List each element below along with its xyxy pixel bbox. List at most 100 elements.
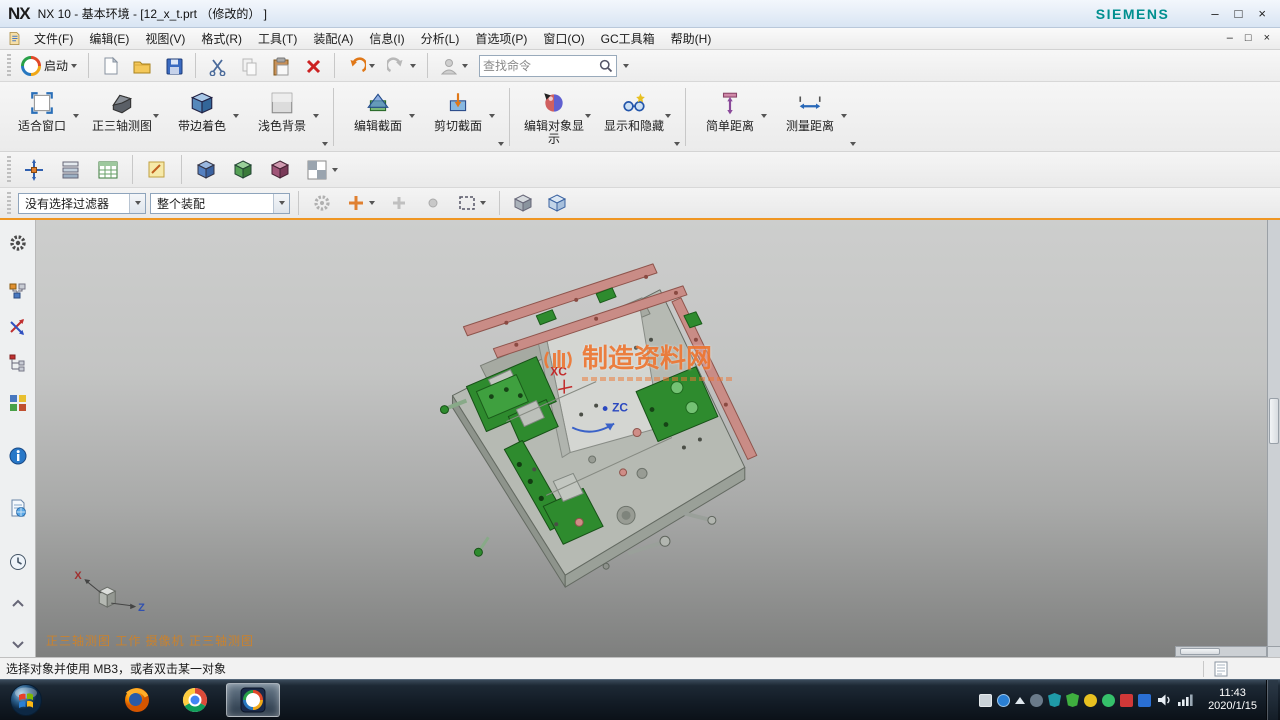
show-desktop-button[interactable]	[1266, 680, 1278, 720]
messenger-icon[interactable]	[1138, 694, 1151, 707]
menu-view[interactable]: 视图(V)	[138, 28, 192, 49]
component-display-green-button[interactable]	[226, 155, 260, 185]
taskbar-app-firefox[interactable]	[110, 683, 164, 717]
toolbar-options-icon[interactable]	[674, 142, 680, 146]
menu-analysis[interactable]: 分析(L)	[414, 28, 467, 49]
rectangle-select-button[interactable]	[452, 190, 491, 216]
undo-button[interactable]	[341, 53, 380, 79]
health-icon[interactable]	[1102, 694, 1115, 707]
assembly-navigator-button[interactable]	[4, 278, 32, 304]
restore-button[interactable]: □	[1235, 7, 1243, 20]
network-icon[interactable]	[1177, 692, 1193, 708]
component-display-maroon-button[interactable]	[263, 155, 297, 185]
roles-gear-button[interactable]	[4, 230, 32, 256]
minimize-button[interactable]: –	[1211, 7, 1218, 20]
start-menu-button[interactable]: 启动	[16, 53, 82, 79]
selection-filter-combo[interactable]: 没有选择过滤器	[18, 193, 146, 214]
edit-object-display-button[interactable]: 编辑对象显示	[514, 83, 594, 150]
mdi-close-button[interactable]: ×	[1264, 33, 1270, 44]
save-button[interactable]	[159, 53, 189, 79]
menu-information[interactable]: 信息(I)	[362, 28, 411, 49]
sidebar-collapse-down-button[interactable]	[4, 631, 32, 657]
sidebar-collapse-up-button[interactable]	[4, 591, 32, 617]
horizontal-scrollbar-thumb[interactable]	[1180, 648, 1220, 655]
menu-assemblies[interactable]: 装配(A)	[306, 28, 360, 49]
mdi-minimize-button[interactable]: –	[1227, 33, 1233, 44]
toolbar-options-icon[interactable]	[322, 142, 328, 146]
selection-scope-combo[interactable]: 整个装配	[150, 193, 290, 214]
search-icon[interactable]	[598, 58, 613, 73]
point-snap-button[interactable]	[418, 190, 448, 216]
point-tool-button[interactable]	[384, 190, 414, 216]
cad-model[interactable]	[440, 264, 756, 587]
grid-pattern-button[interactable]	[300, 155, 343, 185]
reuse-library-button[interactable]	[4, 390, 32, 416]
history-button[interactable]	[4, 549, 32, 575]
alert-icon[interactable]	[1120, 694, 1133, 707]
cut-button[interactable]	[202, 53, 232, 79]
help-icon[interactable]	[997, 694, 1010, 707]
clip-section-button[interactable]: 剪切截面	[418, 83, 498, 150]
language-icon[interactable]	[979, 694, 992, 707]
expand-tray-icon[interactable]	[1015, 697, 1025, 704]
move-component-button[interactable]	[17, 155, 51, 185]
vertical-scrollbar[interactable]	[1267, 220, 1280, 646]
annotation-note-button[interactable]	[140, 155, 174, 185]
volume-icon[interactable]	[1156, 692, 1172, 708]
wireframe-display-button[interactable]	[542, 190, 572, 216]
update-icon[interactable]	[1084, 694, 1097, 707]
menu-format[interactable]: 格式(R)	[194, 28, 249, 49]
taskbar-clock[interactable]: 11:43 2020/1/15	[1199, 687, 1266, 713]
toolbar-options-icon[interactable]	[498, 142, 504, 146]
menu-tools[interactable]: 工具(T)	[251, 28, 304, 49]
fit-window-button[interactable]: 适合窗口	[2, 83, 82, 150]
toolbar-grip[interactable]	[7, 54, 11, 77]
menu-help[interactable]: 帮助(H)	[664, 28, 719, 49]
edit-section-button[interactable]: 编辑截面	[338, 83, 418, 150]
taskbar-app-nx-active[interactable]	[226, 683, 280, 717]
web-browser-button[interactable]	[4, 495, 32, 521]
chevron-down-icon[interactable]	[623, 64, 629, 68]
horizontal-scrollbar[interactable]	[1175, 646, 1267, 657]
toolbar-grip[interactable]	[7, 192, 11, 214]
light-background-button[interactable]: 浅色背景	[242, 83, 322, 150]
roles-button[interactable]	[434, 53, 473, 79]
component-display-blue-button[interactable]	[189, 155, 223, 185]
security-shield-icon[interactable]	[1048, 693, 1061, 707]
isometric-view-button[interactable]: 正三轴测图	[82, 83, 162, 150]
start-button[interactable]	[8, 682, 44, 718]
shaded-display-button[interactable]	[508, 190, 538, 216]
constraint-navigator-button[interactable]	[4, 314, 32, 340]
taskbar-app-browser[interactable]	[168, 683, 222, 717]
menu-edit[interactable]: 编辑(E)	[82, 28, 136, 49]
settings-icon[interactable]	[1030, 694, 1043, 707]
toolbar-options-icon[interactable]	[850, 142, 856, 146]
part-list-button[interactable]	[91, 155, 125, 185]
paste-button[interactable]	[266, 53, 296, 79]
graphics-window[interactable]: XC ZC X Z	[36, 220, 1280, 657]
toolbar-grip[interactable]	[7, 156, 11, 183]
delete-button[interactable]	[298, 53, 328, 79]
simple-distance-button[interactable]: 简单距离	[690, 83, 770, 150]
open-file-button[interactable]	[127, 53, 157, 79]
layer-settings-button[interactable]	[54, 155, 88, 185]
status-doc-icon[interactable]	[1214, 661, 1228, 677]
copy-button[interactable]	[234, 53, 264, 79]
menu-file[interactable]: 文件(F)	[27, 28, 80, 49]
snap-point-button[interactable]	[341, 190, 380, 216]
search-input[interactable]	[483, 59, 598, 73]
vertical-scrollbar-thumb[interactable]	[1269, 398, 1279, 444]
measure-distance-button[interactable]: 测量距离	[770, 83, 850, 150]
snap-settings-button[interactable]	[307, 190, 337, 216]
part-navigator-button[interactable]	[4, 350, 32, 376]
new-file-button[interactable]	[95, 53, 125, 79]
antivirus-shield-icon[interactable]	[1066, 693, 1079, 707]
close-button[interactable]: ×	[1258, 7, 1266, 20]
mdi-restore-button[interactable]: □	[1245, 33, 1252, 44]
shaded-with-edges-button[interactable]: 带边着色	[162, 83, 242, 150]
menu-preferences[interactable]: 首选项(P)	[468, 28, 534, 49]
show-hide-button[interactable]: 显示和隐藏	[594, 83, 674, 150]
redo-button[interactable]	[382, 53, 421, 79]
menu-gc-toolbox[interactable]: GC工具箱	[594, 28, 662, 49]
hd3d-tools-button[interactable]	[4, 444, 32, 470]
